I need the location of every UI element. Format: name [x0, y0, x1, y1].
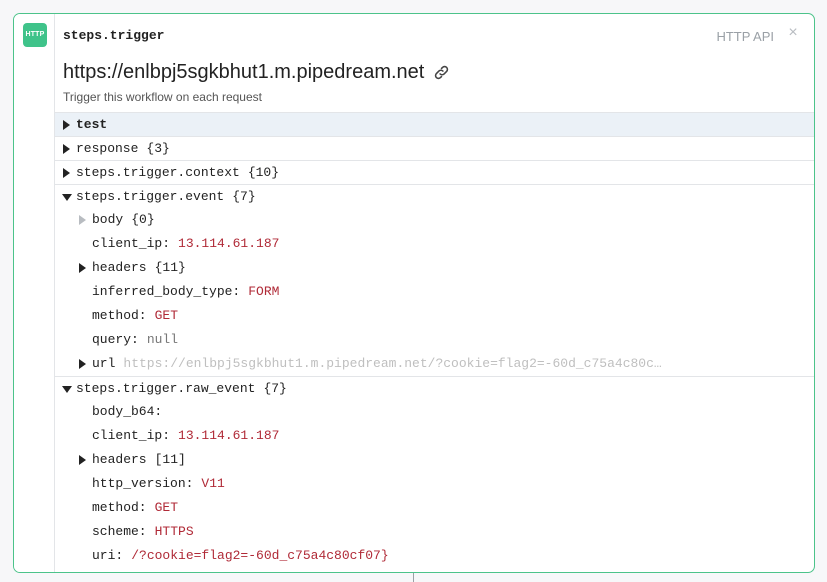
tree-item-headers[interactable]: headers [11] — [55, 448, 814, 472]
tree-key: scheme: — [92, 524, 147, 539]
expand-arrow-icon[interactable] — [78, 352, 92, 376]
tree-key: steps.trigger.context — [76, 164, 240, 180]
endpoint-url-row: https://enlbpj5sgkbhut1.m.pipedream.net — [63, 61, 450, 84]
expand-arrow-icon[interactable] — [78, 256, 92, 280]
tree-value: GET — [154, 308, 179, 323]
tree-row-raw-event[interactable]: steps.trigger.raw_event {7} — [55, 376, 814, 400]
expand-arrow-icon[interactable] — [62, 113, 76, 137]
tree-value: HTTPS — [154, 524, 194, 539]
tree-key: method: — [92, 308, 147, 323]
expand-arrow-icon[interactable] — [78, 208, 92, 232]
tree-item-query[interactable]: query: null — [55, 328, 814, 352]
tree-value: /?cookie=flag2=-60d_c75a4c80cf07} — [131, 548, 389, 563]
tree-key: steps.trigger.raw_event — [76, 380, 256, 396]
tree-item-http-version[interactable]: http_version: V11 — [55, 472, 814, 496]
expand-arrow-icon[interactable] — [78, 448, 92, 472]
expand-arrow-icon[interactable] — [62, 137, 76, 161]
trigger-step-card: HTTP steps.trigger HTTP API × https://en… — [13, 13, 815, 573]
workflow-connector-line — [413, 573, 414, 582]
step-gutter: HTTP — [14, 14, 55, 572]
tree-key: headers — [92, 452, 147, 467]
tree-item-headers[interactable]: headers {11} — [55, 256, 814, 280]
step-name[interactable]: steps.trigger — [63, 28, 164, 43]
tree-count: {7} — [232, 188, 256, 204]
tree-item-method[interactable]: method: GET — [55, 304, 814, 328]
tree-value: 13.114.61.187 — [178, 428, 280, 443]
link-icon[interactable] — [433, 64, 450, 81]
tree-item-uri[interactable]: uri: /?cookie=flag2=-60d_c75a4c80cf07} — [55, 544, 814, 568]
tree-key: body_b64: — [92, 404, 163, 419]
tree-key: client_ip: — [92, 428, 171, 443]
tree-value: null — [146, 332, 179, 347]
tree-key: client_ip: — [92, 236, 171, 251]
tree-key: test — [76, 116, 108, 132]
tree-count: [11] — [154, 452, 186, 467]
tree-row-context[interactable]: steps.trigger.context {10} — [55, 160, 814, 184]
step-type-label: HTTP API — [716, 29, 774, 44]
tree-item-body-b64[interactable]: body_b64: — [55, 400, 814, 424]
tree-item-client-ip[interactable]: client_ip: 13.114.61.187 — [55, 232, 814, 256]
endpoint-url[interactable]: https://enlbpj5sgkbhut1.m.pipedream.net — [63, 61, 424, 84]
tree-item-scheme[interactable]: scheme: HTTPS — [55, 520, 814, 544]
tree-count: {0} — [131, 212, 155, 227]
tree-count: {7} — [263, 380, 287, 396]
tree-value: 13.114.61.187 — [178, 236, 280, 251]
tree-row-event[interactable]: steps.trigger.event {7} — [55, 184, 814, 208]
tree-key: uri: — [92, 548, 124, 563]
tree-count: {3} — [146, 140, 170, 156]
collapse-arrow-icon[interactable] — [62, 185, 76, 209]
http-app-icon: HTTP — [23, 23, 47, 47]
tree-key: query: — [92, 332, 139, 347]
tree-item-method[interactable]: method: GET — [55, 496, 814, 520]
tree-item-url[interactable]: url https://enlbpj5sgkbhut1.m.pipedream.… — [55, 352, 814, 376]
tree-count: {10} — [247, 164, 280, 180]
tree-value: GET — [154, 500, 179, 515]
step-main: steps.trigger HTTP API × https://enlbpj5… — [55, 14, 814, 572]
tree-key: response — [76, 140, 139, 156]
tree-item-inferred-body-type[interactable]: inferred_body_type: FORM — [55, 280, 814, 304]
event-inspector-tree: test response {3} steps.trigger.context … — [55, 112, 814, 568]
tree-value: FORM — [248, 284, 280, 299]
tree-row-test[interactable]: test — [55, 112, 814, 136]
close-icon[interactable]: × — [786, 25, 800, 41]
tree-item-client-ip[interactable]: client_ip: 13.114.61.187 — [55, 424, 814, 448]
tree-value: https://enlbpj5sgkbhut1.m.pipedream.net/… — [123, 356, 669, 371]
tree-value: V11 — [201, 476, 225, 491]
tree-item-body[interactable]: body {0} — [55, 208, 814, 232]
expand-arrow-icon[interactable] — [62, 161, 76, 185]
tree-row-response[interactable]: response {3} — [55, 136, 814, 160]
tree-key: http_version: — [92, 476, 194, 491]
endpoint-subtitle: Trigger this workflow on each request — [63, 90, 262, 104]
tree-key: inferred_body_type: — [92, 284, 241, 299]
tree-count: {11} — [154, 260, 186, 275]
tree-key: body — [92, 212, 124, 227]
collapse-arrow-icon[interactable] — [62, 377, 76, 401]
tree-key: steps.trigger.event — [76, 188, 225, 204]
tree-key: headers — [92, 260, 147, 275]
tree-key: url — [92, 356, 116, 371]
tree-key: method: — [92, 500, 147, 515]
